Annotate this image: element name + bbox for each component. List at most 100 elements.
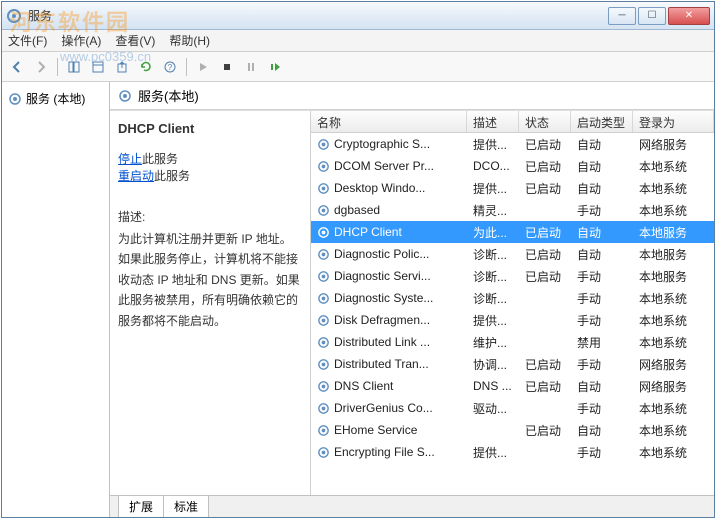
- menu-help[interactable]: 帮助(H): [169, 32, 210, 49]
- detail-actions: 停止此服务 重启动此服务: [118, 150, 302, 184]
- gear-icon: [317, 402, 330, 415]
- tab-standard[interactable]: 标准: [163, 496, 209, 517]
- service-row[interactable]: Disk Defragmen...提供...手动本地系统: [311, 309, 714, 331]
- titlebar: 服务 ─ ☐ ✕: [2, 2, 714, 30]
- gear-icon: [317, 358, 330, 371]
- cell-logon: 网络服务: [633, 356, 714, 373]
- gear-icon: [317, 160, 330, 173]
- cell-desc: 精灵...: [467, 202, 519, 219]
- back-button[interactable]: [6, 56, 28, 78]
- tab-extended[interactable]: 扩展: [118, 496, 164, 517]
- service-row[interactable]: dgbased精灵...手动本地系统: [311, 199, 714, 221]
- tree-label: 服务 (本地): [26, 90, 85, 107]
- cell-name: DCOM Server Pr...: [311, 159, 467, 173]
- col-start[interactable]: 启动类型: [571, 111, 633, 132]
- show-hide-button[interactable]: [63, 56, 85, 78]
- col-status[interactable]: 状态: [519, 111, 571, 132]
- service-row[interactable]: DriverGenius Co...驱动...手动本地系统: [311, 397, 714, 419]
- gear-icon: [317, 292, 330, 305]
- gear-icon: [118, 89, 132, 103]
- col-logon[interactable]: 登录为: [633, 111, 714, 132]
- col-name[interactable]: 名称: [311, 111, 467, 132]
- service-row[interactable]: Diagnostic Servi...诊断...已启动手动本地服务: [311, 265, 714, 287]
- gear-icon: [317, 270, 330, 283]
- cell-logon: 本地系统: [633, 334, 714, 351]
- list-rows[interactable]: Cryptographic S...提供...已启动自动网络服务DCOM Ser…: [311, 133, 714, 495]
- refresh-button[interactable]: [135, 56, 157, 78]
- help-button[interactable]: ?: [159, 56, 181, 78]
- service-row[interactable]: DHCP Client为此...已启动自动本地服务: [311, 221, 714, 243]
- cell-start: 自动: [571, 180, 633, 197]
- cell-start: 手动: [571, 202, 633, 219]
- maximize-button[interactable]: ☐: [638, 7, 666, 25]
- cell-start: 手动: [571, 444, 633, 461]
- cell-logon: 本地系统: [633, 158, 714, 175]
- properties-button[interactable]: [87, 56, 109, 78]
- col-desc[interactable]: 描述: [467, 111, 519, 132]
- toolbar-separator: [57, 58, 58, 76]
- menu-file[interactable]: 文件(F): [8, 32, 47, 49]
- forward-button[interactable]: [30, 56, 52, 78]
- service-row[interactable]: Cryptographic S...提供...已启动自动网络服务: [311, 133, 714, 155]
- export-button[interactable]: [111, 56, 133, 78]
- cell-name: Diagnostic Polic...: [311, 247, 467, 261]
- pause-service-button[interactable]: [240, 56, 262, 78]
- gear-icon: [317, 314, 330, 327]
- cell-logon: 本地服务: [633, 224, 714, 241]
- cell-logon: 本地系统: [633, 290, 714, 307]
- description-text: 为此计算机注册并更新 IP 地址。如果此服务停止，计算机将不能接收动态 IP 地…: [118, 229, 302, 331]
- restart-service-link[interactable]: 重启动: [118, 169, 154, 183]
- restart-suffix: 此服务: [154, 169, 190, 183]
- tree-pane: 服务 (本地): [2, 82, 110, 517]
- cell-status: 已启动: [519, 136, 571, 153]
- cell-name: DNS Client: [311, 379, 467, 393]
- cell-name: Encrypting File S...: [311, 445, 467, 459]
- cell-name: Distributed Tran...: [311, 357, 467, 371]
- cell-desc: 为此...: [467, 224, 519, 241]
- cell-name: DriverGenius Co...: [311, 401, 467, 415]
- cell-logon: 本地系统: [633, 202, 714, 219]
- cell-logon: 网络服务: [633, 136, 714, 153]
- cell-status: 已启动: [519, 180, 571, 197]
- service-row[interactable]: Distributed Tran...协调...已启动手动网络服务: [311, 353, 714, 375]
- window-buttons: ─ ☐ ✕: [608, 7, 710, 25]
- cell-desc: 提供...: [467, 444, 519, 461]
- service-row[interactable]: DCOM Server Pr...DCO...已启动自动本地系统: [311, 155, 714, 177]
- cell-name: EHome Service: [311, 423, 467, 437]
- service-row[interactable]: Distributed Link ...维护...禁用本地系统: [311, 331, 714, 353]
- service-row[interactable]: DNS ClientDNS ...已启动自动网络服务: [311, 375, 714, 397]
- window-title: 服务: [28, 7, 608, 24]
- cell-desc: 诊断...: [467, 246, 519, 263]
- close-button[interactable]: ✕: [668, 7, 710, 25]
- service-row[interactable]: Encrypting File S...提供...手动本地系统: [311, 441, 714, 463]
- cell-logon: 本地系统: [633, 312, 714, 329]
- service-row[interactable]: EHome Service已启动自动本地系统: [311, 419, 714, 441]
- stop-service-button[interactable]: [216, 56, 238, 78]
- gear-icon: [317, 226, 330, 239]
- service-row[interactable]: Diagnostic Syste...诊断...手动本地系统: [311, 287, 714, 309]
- service-row[interactable]: Diagnostic Polic...诊断...已启动自动本地服务: [311, 243, 714, 265]
- right-body: DHCP Client 停止此服务 重启动此服务 描述: 为此计算机注册并更新 …: [110, 110, 714, 495]
- services-window: 服务 ─ ☐ ✕ 文件(F) 操作(A) 查看(V) 帮助(H) ? 服务 (本…: [1, 1, 715, 518]
- cell-desc: 协调...: [467, 356, 519, 373]
- right-header-label: 服务(本地): [138, 86, 199, 105]
- menu-action[interactable]: 操作(A): [61, 32, 101, 49]
- content-body: 服务 (本地) 服务(本地) DHCP Client 停止此服务 重启动此服务: [2, 82, 714, 517]
- list-column: 名称 描述 状态 启动类型 登录为 Cryptographic S...提供..…: [310, 111, 714, 495]
- toolbar: ?: [2, 52, 714, 82]
- cell-logon: 本地服务: [633, 246, 714, 263]
- minimize-button[interactable]: ─: [608, 7, 636, 25]
- cell-name: Distributed Link ...: [311, 335, 467, 349]
- toolbar-separator: [186, 58, 187, 76]
- cell-desc: 驱动...: [467, 400, 519, 417]
- tree-item-services-local[interactable]: 服务 (本地): [6, 88, 105, 109]
- start-service-button[interactable]: [192, 56, 214, 78]
- menu-view[interactable]: 查看(V): [115, 32, 155, 49]
- cell-start: 自动: [571, 136, 633, 153]
- stop-service-link[interactable]: 停止: [118, 152, 142, 166]
- cell-desc: 维护...: [467, 334, 519, 351]
- service-row[interactable]: Desktop Windo...提供...已启动自动本地系统: [311, 177, 714, 199]
- cell-name: DHCP Client: [311, 225, 467, 239]
- restart-service-button[interactable]: [264, 56, 286, 78]
- list-header: 名称 描述 状态 启动类型 登录为: [311, 111, 714, 133]
